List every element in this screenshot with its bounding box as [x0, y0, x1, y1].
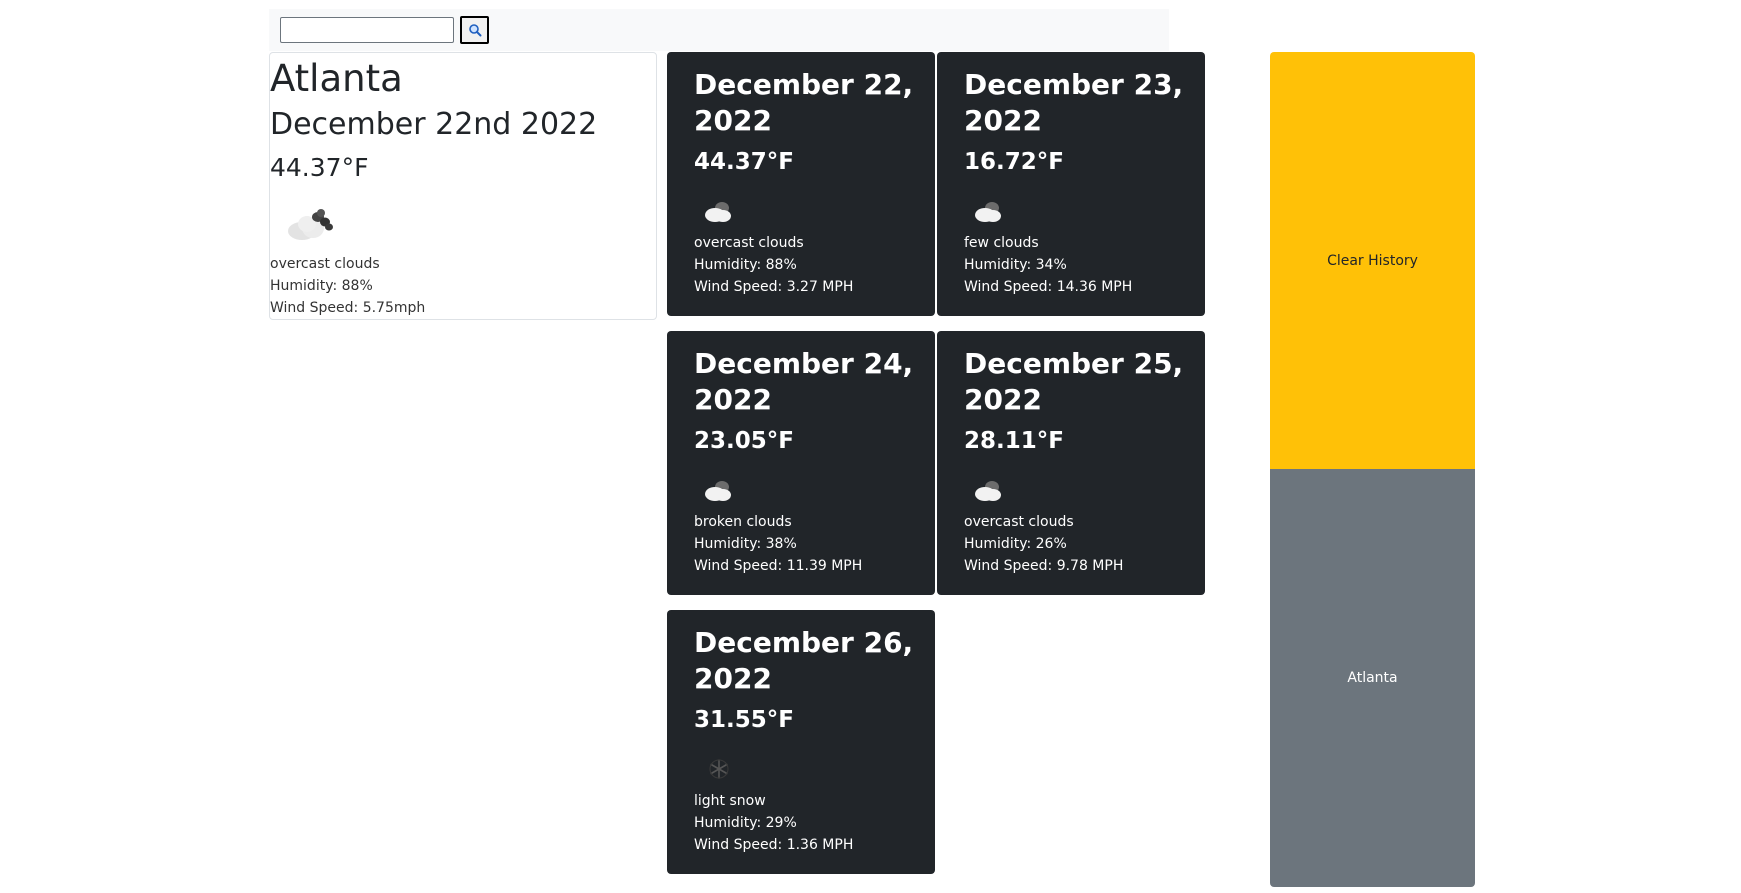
search-bar — [269, 9, 1169, 51]
forecast-description: overcast clouds — [964, 514, 1074, 530]
current-weather-card: Atlanta December 22nd 2022 44.37°F overc… — [269, 52, 657, 320]
forecast-wind: Wind Speed: 9.78 MPH — [964, 558, 1124, 574]
search-input[interactable] — [280, 17, 454, 43]
search-icon — [468, 24, 481, 37]
current-humidity: Humidity: 88% — [270, 278, 373, 294]
forecast-card: December 24, 2022 23.05°F broken clouds … — [667, 331, 935, 595]
cloud-icon — [975, 481, 1001, 501]
clear-history-button[interactable]: Clear History — [1270, 52, 1475, 469]
forecast-temp: 31.55°F — [694, 707, 794, 733]
forecast-card: December 22, 2022 44.37°F overcast cloud… — [667, 52, 935, 316]
forecast-humidity: Humidity: 26% — [964, 536, 1067, 552]
forecast-card: December 25, 2022 28.11°F overcast cloud… — [937, 331, 1205, 595]
current-description: overcast clouds — [270, 256, 380, 272]
forecast-wind: Wind Speed: 3.27 MPH — [694, 279, 854, 295]
overcast-clouds-icon — [288, 209, 333, 240]
forecast-date: December 22, 2022 — [694, 68, 914, 137]
forecast-description: overcast clouds — [694, 235, 804, 251]
current-date: December 22nd 2022 — [270, 107, 598, 142]
city-name: Atlanta — [270, 57, 403, 100]
forecast-date: December 24, 2022 — [694, 347, 914, 416]
forecast-card: December 26, 2022 31.55°F light snow Hum… — [667, 610, 935, 874]
cloud-icon — [975, 202, 1001, 222]
forecast-description: broken clouds — [694, 514, 792, 530]
forecast-description: few clouds — [964, 235, 1039, 251]
snow-icon — [709, 759, 729, 779]
forecast-temp: 16.72°F — [964, 149, 1064, 175]
forecast-wind: Wind Speed: 1.36 MPH — [694, 837, 854, 853]
current-temp: 44.37°F — [270, 153, 369, 182]
forecast-date: December 25, 2022 — [964, 347, 1184, 416]
forecast-date: December 23, 2022 — [964, 68, 1184, 137]
current-wind: Wind Speed: 5.75mph — [270, 300, 426, 316]
forecast-humidity: Humidity: 34% — [964, 257, 1067, 273]
forecast-humidity: Humidity: 38% — [694, 536, 797, 552]
search-button[interactable] — [460, 16, 489, 44]
forecast-date: December 26, 2022 — [694, 626, 914, 695]
forecast-card: December 23, 2022 16.72°F few clouds Hum… — [937, 52, 1205, 316]
forecast-wind: Wind Speed: 14.36 MPH — [964, 279, 1133, 295]
forecast-temp: 23.05°F — [694, 428, 794, 454]
forecast-temp: 44.37°F — [694, 149, 794, 175]
history-item-atlanta[interactable]: Atlanta — [1270, 469, 1475, 887]
forecast-humidity: Humidity: 88% — [694, 257, 797, 273]
forecast-humidity: Humidity: 29% — [694, 815, 797, 831]
cloud-icon — [705, 202, 731, 222]
cloud-icon — [705, 481, 731, 501]
forecast-description: light snow — [694, 793, 766, 809]
forecast-wind: Wind Speed: 11.39 MPH — [694, 558, 863, 574]
forecast-temp: 28.11°F — [964, 428, 1064, 454]
